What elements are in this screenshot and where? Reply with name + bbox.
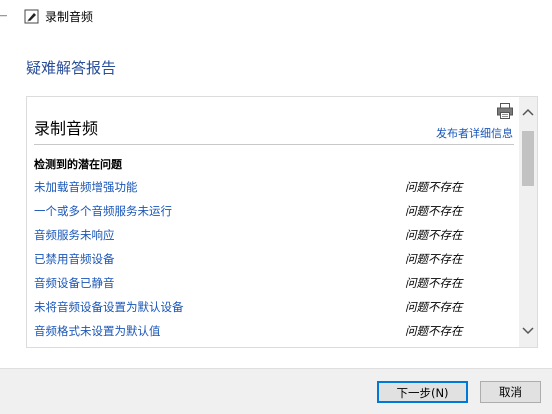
issue-status: 问题不存在 <box>405 324 463 338</box>
issue-row: 未加载音频增强功能 问题不存在 <box>34 176 514 200</box>
issue-status: 问题不存在 <box>405 204 463 218</box>
issue-row: 音频设备已静音 问题不存在 <box>34 272 514 296</box>
section-divider <box>34 144 514 145</box>
vertical-scrollbar[interactable] <box>519 97 537 347</box>
issue-link[interactable]: 音频格式未设置为默认值 <box>34 324 161 338</box>
issue-link[interactable]: 未将音频设备设置为默认设备 <box>34 300 184 314</box>
issues-header: 检测到的潜在问题 <box>34 158 122 171</box>
title-bar: ← 录制音频 <box>0 0 552 34</box>
chevron-down-icon[interactable] <box>522 321 534 335</box>
issue-row: 已禁用音频设备 问题不存在 <box>34 248 514 272</box>
issue-list: 未加载音频增强功能 问题不存在 一个或多个音频服务未运行 问题不存在 音频服务未… <box>34 176 514 344</box>
page-title: 疑难解答报告 <box>26 59 117 77</box>
back-arrow-icon[interactable]: ← <box>0 6 10 26</box>
issue-link[interactable]: 音频服务未响应 <box>34 228 115 242</box>
issue-link[interactable]: 未加载音频增强功能 <box>34 180 138 194</box>
issue-status: 问题不存在 <box>405 180 463 194</box>
scrollbar-thumb[interactable] <box>522 131 534 186</box>
issue-status: 问题不存在 <box>405 276 463 290</box>
issue-row: 音频格式未设置为默认值 问题不存在 <box>34 320 514 344</box>
issue-link[interactable]: 音频设备已静音 <box>34 276 115 290</box>
issue-row: 未将音频设备设置为默认设备 问题不存在 <box>34 296 514 320</box>
audio-troubleshooter-icon <box>24 9 40 25</box>
cancel-button[interactable]: 取消 <box>480 381 541 403</box>
issue-status: 问题不存在 <box>405 252 463 266</box>
issue-status: 问题不存在 <box>405 228 463 242</box>
printer-icon[interactable] <box>496 102 514 120</box>
issue-link[interactable]: 已禁用音频设备 <box>34 252 115 266</box>
issue-row: 一个或多个音频服务未运行 问题不存在 <box>34 200 514 224</box>
issue-link[interactable]: 一个或多个音频服务未运行 <box>34 204 172 218</box>
dialog-footer: 下一步(N) 取消 <box>0 368 552 414</box>
publisher-details-link[interactable]: 发布者详细信息 <box>436 127 513 141</box>
issue-row: 音频服务未响应 问题不存在 <box>34 224 514 248</box>
issue-status: 问题不存在 <box>405 300 463 314</box>
window-title: 录制音频 <box>45 10 94 24</box>
chevron-up-icon[interactable] <box>522 102 534 116</box>
report-section-title: 录制音频 <box>34 119 99 138</box>
next-button[interactable]: 下一步(N) <box>377 381 468 403</box>
report-panel: 录制音频 发布者详细信息 检测到的潜在问题 未加载音频增强功能 问题不存在 一个… <box>26 96 538 348</box>
